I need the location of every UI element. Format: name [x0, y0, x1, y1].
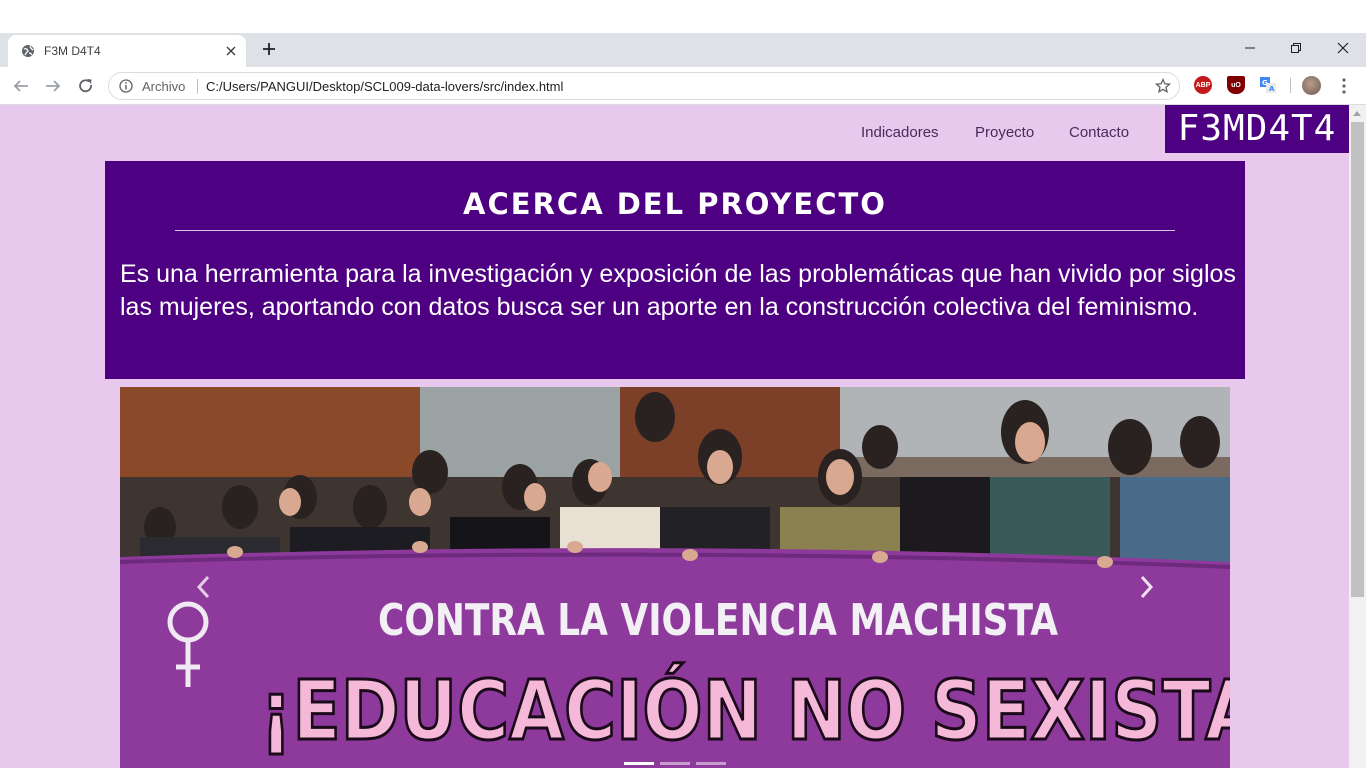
minimize-icon	[1245, 47, 1255, 49]
translate-icon[interactable]: G A	[1259, 76, 1277, 94]
info-icon[interactable]	[119, 79, 133, 93]
close-tab-icon[interactable]	[224, 44, 238, 58]
tab-title: F3M D4T4	[44, 44, 101, 58]
reload-icon	[79, 79, 92, 93]
scroll-up-icon[interactable]	[1353, 111, 1361, 116]
scheme-label: Archivo	[142, 79, 186, 94]
browser-tab[interactable]: F3M D4T4	[8, 35, 246, 67]
forward-button[interactable]	[42, 75, 64, 97]
title-divider	[175, 230, 1175, 231]
carousel-indicator[interactable]	[624, 762, 654, 765]
reload-button[interactable]	[75, 75, 97, 97]
url-text[interactable]: C:/Users/PANGUI/Desktop/SCL009-data-love…	[206, 79, 563, 94]
avatar[interactable]	[1302, 76, 1321, 95]
page-viewport: Indicadores Proyecto Contacto F3MD4T4 AC…	[0, 105, 1349, 768]
restore-icon	[1291, 43, 1301, 53]
brand-logo[interactable]: F3MD4T4	[1165, 105, 1349, 153]
abp-icon[interactable]: ABP	[1194, 76, 1212, 94]
ublock-icon[interactable]: uO	[1227, 76, 1245, 94]
translate-glyph: G A	[1260, 77, 1276, 93]
protest-photo: CONTRA LA VIOLENCIA MACHISTA ¡EDUCACIÓN …	[120, 387, 1230, 768]
carousel-indicator[interactable]	[660, 762, 690, 765]
more-vert-icon[interactable]	[1336, 76, 1352, 96]
restore-button[interactable]	[1273, 34, 1319, 62]
arrow-right-icon	[46, 80, 61, 92]
nav-link-indicadores[interactable]: Indicadores	[861, 124, 939, 141]
arrow-left-icon	[13, 80, 28, 92]
globe-icon	[22, 45, 34, 57]
star-icon[interactable]	[1155, 78, 1171, 94]
carousel-indicators	[624, 762, 726, 765]
about-title: ACERCA DEL PROYECTO	[463, 187, 887, 221]
minimize-button[interactable]	[1227, 34, 1273, 62]
carousel-indicator[interactable]	[696, 762, 726, 765]
scroll-thumb[interactable]	[1351, 122, 1364, 597]
address-bar[interactable]: Archivo C:/Users/PANGUI/Desktop/SCL009-d…	[108, 72, 1180, 100]
nav-link-contacto[interactable]: Contacto	[1069, 124, 1129, 141]
close-icon	[1337, 42, 1349, 54]
svg-text:G: G	[1262, 79, 1268, 87]
toolbar-divider	[1290, 78, 1291, 93]
banner-text-line1: CONTRA LA VIOLENCIA MACHISTA	[378, 595, 1058, 646]
image-carousel: CONTRA LA VIOLENCIA MACHISTA ¡EDUCACIÓN …	[120, 387, 1230, 768]
omnibox-divider	[197, 79, 198, 94]
back-button[interactable]	[10, 75, 32, 97]
tab-strip: F3M D4T4	[0, 33, 1366, 67]
browser-toolbar: Archivo C:/Users/PANGUI/Desktop/SCL009-d…	[0, 67, 1366, 105]
svg-text:A: A	[1269, 85, 1275, 93]
about-section: ACERCA DEL PROYECTO Es una herramienta p…	[105, 161, 1245, 379]
close-window-button[interactable]	[1320, 34, 1366, 62]
carousel-next-icon[interactable]	[1135, 572, 1157, 602]
new-tab-icon[interactable]	[260, 40, 278, 58]
page-scrollbar[interactable]	[1349, 105, 1366, 768]
about-text: Es una herramienta para la investigación…	[120, 260, 1236, 321]
carousel-prev-icon[interactable]	[193, 572, 215, 602]
banner-text-line2: ¡EDUCACIÓN NO SEXISTA	[260, 662, 1230, 759]
nav-link-proyecto[interactable]: Proyecto	[975, 124, 1034, 141]
